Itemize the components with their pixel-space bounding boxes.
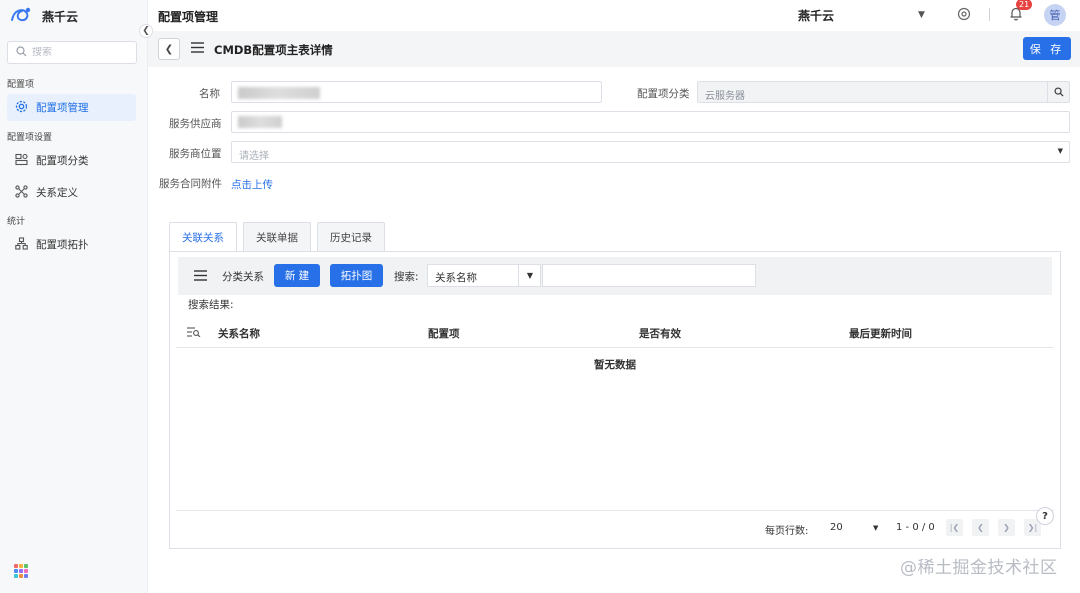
name-field[interactable] [231, 81, 602, 103]
column-header[interactable]: 最后更新时间 [849, 326, 912, 341]
divider [989, 8, 990, 21]
category-label: 配置项分类 [637, 88, 690, 100]
chevron-right-icon: ❯ [1003, 523, 1010, 532]
save-button[interactable]: 保 存 [1023, 37, 1071, 60]
nav-group-label: 配置项 [7, 80, 35, 90]
caret-down-icon[interactable]: ▼ [873, 524, 878, 532]
supplier-label: 服务供应商 [169, 118, 222, 130]
chevron-left-icon: ❮ [977, 523, 984, 532]
search-icon[interactable] [1047, 82, 1069, 102]
search-icon [16, 45, 27, 60]
brand-name: 燕千云 [42, 9, 79, 24]
nav-group-label: 配置项设置 [7, 133, 53, 143]
caret-down-icon: ▼ [1057, 147, 1063, 155]
table-header: 关系名称 配置项 是否有效 最后更新时间 [176, 318, 1054, 348]
avatar[interactable]: 管 [1044, 4, 1066, 26]
caret-down-icon[interactable]: ▼ [918, 10, 925, 20]
relation-icon [15, 184, 28, 201]
sidebar-item-label: 配置项管理 [36, 102, 89, 114]
search-result-label: 搜索结果: [188, 299, 234, 311]
search-label: 搜索: [394, 271, 419, 283]
sidebar-item-config-category[interactable]: 配置项分类 [7, 147, 136, 174]
sidebar-item-config-management[interactable]: 配置项管理 [7, 94, 136, 121]
upload-link[interactable]: 点击上传 [231, 177, 273, 192]
top-bar: 配置项管理 燕千云 ▼ 21 管 [148, 0, 1080, 31]
last-page-icon: ❯| [1027, 523, 1038, 532]
sidebar-search-input[interactable] [32, 47, 122, 58]
chevron-left-icon: ❮ [142, 26, 150, 36]
name-label: 名称 [199, 88, 220, 100]
redacted-value [238, 116, 282, 128]
topology-button[interactable]: 拓扑图 [330, 264, 383, 287]
pagination: 每页行数: 20 ▼ 1 - 0 / 0 |❮ ❮ ❯ ❯| [176, 510, 1054, 540]
category-field[interactable]: 云服务器 [697, 81, 1070, 103]
column-filter-icon[interactable] [187, 327, 201, 340]
brand[interactable]: 燕千云 [10, 6, 78, 26]
column-header[interactable]: 是否有效 [639, 326, 681, 341]
sidebar-search[interactable] [7, 41, 137, 64]
sidebar-item-relation-definition[interactable]: 关系定义 [7, 179, 136, 206]
back-button[interactable]: ❮ [158, 38, 180, 60]
help-icon[interactable]: ? [1036, 507, 1054, 525]
page-range: 1 - 0 / 0 [896, 522, 935, 533]
redacted-value [238, 87, 320, 99]
column-header[interactable]: 配置项 [428, 326, 460, 341]
empty-state: 暂无数据 [594, 359, 636, 371]
page-title: 配置项管理 [158, 10, 219, 24]
topology-icon [15, 236, 28, 253]
relations-toolbar: 分类关系 新 建 拓扑图 搜索: 关系名称 ▼ [178, 257, 1052, 295]
next-page-button[interactable]: ❯ [998, 519, 1015, 536]
tab-relations[interactable]: 关联关系 [169, 222, 237, 251]
category-relation-label: 分类关系 [222, 271, 264, 283]
logo-icon [10, 6, 32, 27]
notification-badge: 21 [1016, 0, 1033, 10]
column-header[interactable]: 关系名称 [218, 326, 260, 341]
detail-title: CMDB配置项主表详情 [214, 43, 333, 57]
category-icon [15, 153, 28, 169]
rows-per-page-select[interactable]: 20 [830, 522, 843, 533]
first-page-button[interactable]: |❮ [946, 519, 963, 536]
supplier-field[interactable] [231, 111, 1070, 133]
first-page-icon: |❮ [949, 523, 960, 532]
chevron-left-icon: ❮ [164, 43, 174, 55]
sidebar-item-label: 配置项拓扑 [36, 239, 89, 251]
search-input[interactable] [542, 264, 756, 287]
relations-panel: 分类关系 新 建 拓扑图 搜索: 关系名称 ▼ 搜索结果: 关系名称 配置项 是… [169, 251, 1061, 549]
sidebar-item-label: 配置项分类 [36, 155, 89, 167]
new-button[interactable]: 新 建 [274, 264, 320, 287]
tenant-switcher[interactable]: 燕千云 [798, 7, 834, 24]
location-label: 服务商位置 [169, 148, 222, 160]
attachment-label: 服务合同附件 [159, 178, 222, 190]
watermark: @稀土掘金技术社区 [900, 558, 1058, 578]
sidebar-item-label: 关系定义 [36, 187, 78, 199]
sidebar-item-config-topology[interactable]: 配置项拓扑 [7, 231, 136, 258]
menu-icon[interactable] [191, 42, 204, 56]
caret-down-icon[interactable]: ▼ [518, 264, 541, 287]
detail-header: ❮ CMDB配置项主表详情 保 存 [148, 31, 1080, 67]
tab-history[interactable]: 历史记录 [317, 222, 385, 251]
sidebar: 燕千云 配置项 配置项管理 配置项设置 配置项分类 关系定义 统计 配置项拓扑 [0, 0, 148, 593]
menu-icon[interactable] [194, 270, 207, 284]
detail-tabs: 关联关系 关联单据 历史记录 [169, 222, 385, 251]
rows-per-page-label: 每页行数: [765, 526, 809, 537]
tab-related-tickets[interactable]: 关联单据 [243, 222, 311, 251]
gear-icon [15, 100, 28, 116]
settings-icon[interactable] [957, 7, 971, 24]
app-grid-icon[interactable] [14, 564, 28, 578]
category-value: 云服务器 [705, 91, 745, 102]
location-select[interactable]: 请选择 ▼ [231, 141, 1070, 163]
nav-group-label: 统计 [7, 217, 26, 227]
prev-page-button[interactable]: ❮ [972, 519, 989, 536]
location-placeholder: 请选择 [239, 151, 269, 162]
sidebar-collapse-button[interactable]: ❮ [139, 24, 153, 38]
